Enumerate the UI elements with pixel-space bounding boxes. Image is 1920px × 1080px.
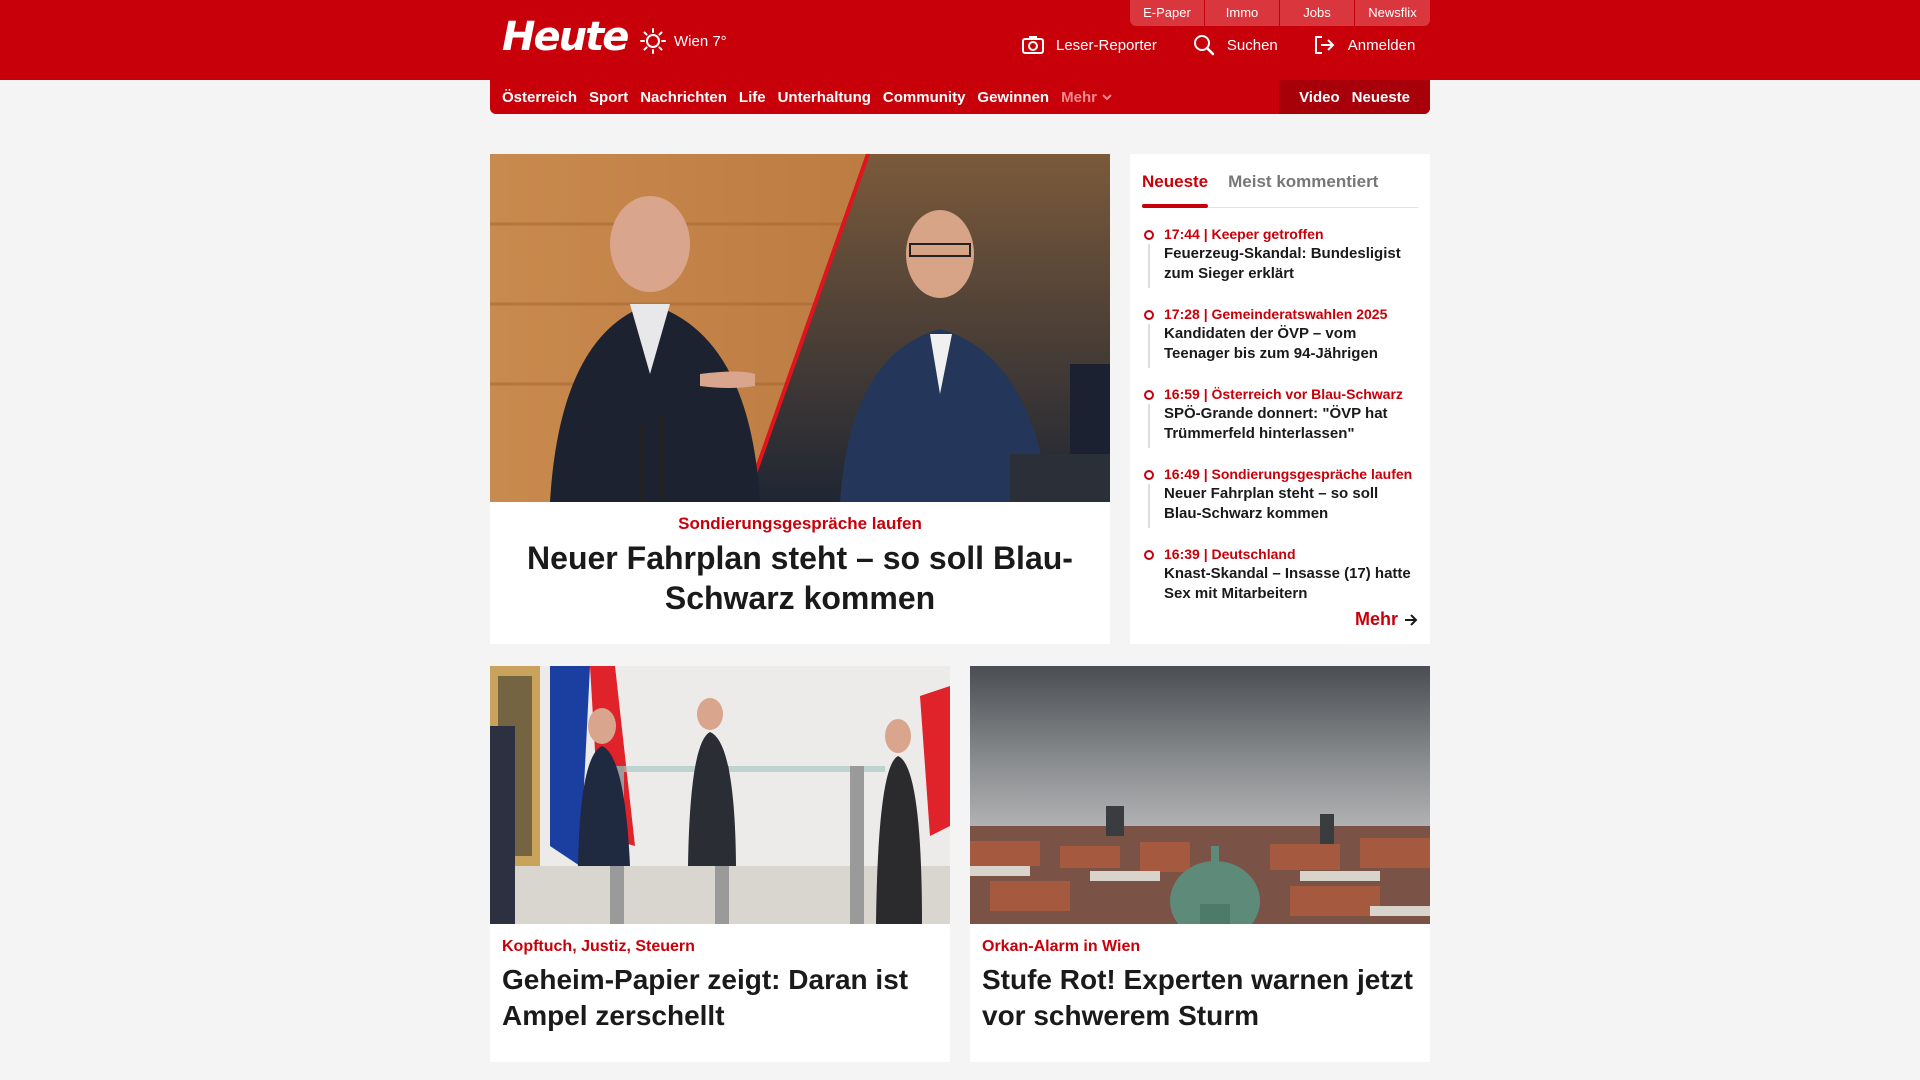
- topbar-link-epaper[interactable]: E-Paper: [1130, 0, 1205, 26]
- sun-icon: [640, 28, 666, 54]
- ticker-meta: 17:44 | Keeper getroffen: [1164, 226, 1324, 242]
- article-title[interactable]: Geheim-Papier zeigt: Daran ist Ampel zer…: [502, 962, 938, 1034]
- weather-label: Wien 7°: [674, 32, 727, 50]
- timeline-dot-icon: [1144, 390, 1154, 400]
- sidebar-more-label: Mehr: [1354, 609, 1398, 629]
- header-actions: Leser-Reporter Suchen Anmelden: [1022, 34, 1451, 56]
- news-ticker: 17:44 | Keeper getroffen Feuerzeug-Skand…: [1142, 226, 1418, 604]
- ticker-item[interactable]: 17:44 | Keeper getroffen Feuerzeug-Skand…: [1142, 226, 1418, 288]
- ticker-meta: 17:28 | Gemeinderatswahlen 2025: [1164, 306, 1388, 322]
- timeline-line: [1148, 404, 1150, 448]
- nav-item-gewinnen[interactable]: Gewinnen: [977, 89, 1049, 106]
- nav-right-group: Video Neueste: [1279, 80, 1430, 114]
- nav-item-life[interactable]: Life: [739, 89, 766, 106]
- timeline-line: [1148, 324, 1150, 368]
- nav-item-video[interactable]: Video: [1299, 89, 1340, 106]
- arrow-right-icon: [1405, 613, 1418, 626]
- nav-item-community[interactable]: Community: [883, 89, 966, 106]
- sidebar-tabs: Neueste Meist kommentiert: [1142, 164, 1418, 208]
- article-image: [970, 666, 1430, 924]
- nav-item-neueste[interactable]: Neueste: [1352, 89, 1410, 106]
- ticker-item[interactable]: 16:49 | Sondierungsgespräche laufen Neue…: [1142, 466, 1418, 528]
- topbar: E-Paper Immo Jobs Newsflix: [1130, 0, 1430, 26]
- topbar-link-newsflix[interactable]: Newsflix: [1355, 0, 1430, 26]
- nav-item-nachrichten[interactable]: Nachrichten: [640, 89, 727, 106]
- search-button[interactable]: Suchen: [1193, 34, 1278, 56]
- ticker-meta: 16:39 | Deutschland: [1164, 546, 1296, 562]
- nav-more-dropdown[interactable]: Mehr: [1061, 89, 1112, 106]
- ticker-headline[interactable]: SPÖ-Grande donnert: "ÖVP hat Trümmerfeld…: [1164, 404, 1418, 444]
- topbar-link-jobs[interactable]: Jobs: [1280, 0, 1355, 26]
- ticker-headline[interactable]: Feuerzeug-Skandal: Bundesligist zum Sieg…: [1164, 244, 1418, 284]
- article-kicker: Kopftuch, Justiz, Steuern: [502, 938, 695, 955]
- latest-news-sidebar: Neueste Meist kommentiert 17:44 | Keeper…: [1130, 154, 1430, 644]
- hero-kicker: Sondierungsgespräche laufen: [678, 514, 922, 533]
- timeline-line: [1148, 484, 1150, 528]
- sidebar-more-link[interactable]: Mehr: [1355, 609, 1418, 630]
- leser-reporter-label: Leser-Reporter: [1056, 36, 1157, 54]
- site-logo[interactable]: Heute: [502, 14, 629, 60]
- tab-meist-kommentiert[interactable]: Meist kommentiert: [1228, 164, 1378, 207]
- hero-title[interactable]: Neuer Fahrplan steht – so soll Blau-Schw…: [490, 534, 1110, 618]
- login-label: Anmelden: [1347, 36, 1416, 54]
- article-kicker: Orkan-Alarm in Wien: [982, 938, 1141, 955]
- ticker-headline[interactable]: Neuer Fahrplan steht – so soll Blau-Schw…: [1164, 484, 1418, 524]
- ticker-meta: 16:59 | Österreich vor Blau-Schwarz: [1164, 386, 1403, 402]
- ticker-item[interactable]: 17:28 | Gemeinderatswahlen 2025 Kandidat…: [1142, 306, 1418, 368]
- nav-item-oesterreich[interactable]: Österreich: [502, 89, 577, 106]
- nav-item-unterhaltung[interactable]: Unterhaltung: [778, 89, 871, 106]
- ticker-headline[interactable]: Knast-Skandal – Insasse (17) hatte Sex m…: [1164, 564, 1418, 604]
- timeline-dot-icon: [1144, 310, 1154, 320]
- leser-reporter-button[interactable]: Leser-Reporter: [1022, 35, 1157, 55]
- timeline-dot-icon: [1144, 230, 1154, 240]
- ticker-item[interactable]: 16:59 | Österreich vor Blau-Schwarz SPÖ-…: [1142, 386, 1418, 448]
- hero-image: [490, 154, 1110, 502]
- topbar-link-immo[interactable]: Immo: [1205, 0, 1280, 26]
- article-title[interactable]: Stufe Rot! Experten warnen jetzt vor sch…: [982, 962, 1418, 1034]
- main-nav: Österreich Sport Nachrichten Life Unterh…: [490, 80, 1430, 114]
- article-card[interactable]: Kopftuch, Justiz, Steuern Geheim-Papier …: [490, 666, 950, 1062]
- search-icon: [1193, 35, 1215, 56]
- timeline-dot-icon: [1144, 550, 1154, 560]
- hero-article[interactable]: Sondierungsgespräche laufen Neuer Fahrpl…: [490, 154, 1110, 644]
- site-header: E-Paper Immo Jobs Newsflix Heute Wien 7°…: [0, 0, 1920, 80]
- article-card[interactable]: Orkan-Alarm in Wien Stufe Rot! Experten …: [970, 666, 1430, 1062]
- ticker-meta: 16:49 | Sondierungsgespräche laufen: [1164, 466, 1413, 482]
- ticker-item[interactable]: 16:39 | Deutschland Knast-Skandal – Insa…: [1142, 546, 1418, 604]
- nav-item-sport[interactable]: Sport: [589, 89, 628, 106]
- tab-neueste[interactable]: Neueste: [1142, 164, 1209, 208]
- timeline-dot-icon: [1144, 470, 1154, 480]
- login-button[interactable]: Anmelden: [1314, 35, 1416, 55]
- article-image: [490, 666, 950, 924]
- ticker-headline[interactable]: Kandidaten der ÖVP – vom Teenager bis zu…: [1164, 324, 1418, 364]
- timeline-line: [1148, 244, 1150, 288]
- chevron-down-icon: [1102, 94, 1112, 101]
- login-icon: [1314, 36, 1335, 54]
- weather-widget[interactable]: Wien 7°: [640, 28, 727, 54]
- search-label: Suchen: [1226, 36, 1278, 54]
- nav-more-label: Mehr: [1061, 88, 1097, 106]
- camera-icon: [1022, 36, 1044, 54]
